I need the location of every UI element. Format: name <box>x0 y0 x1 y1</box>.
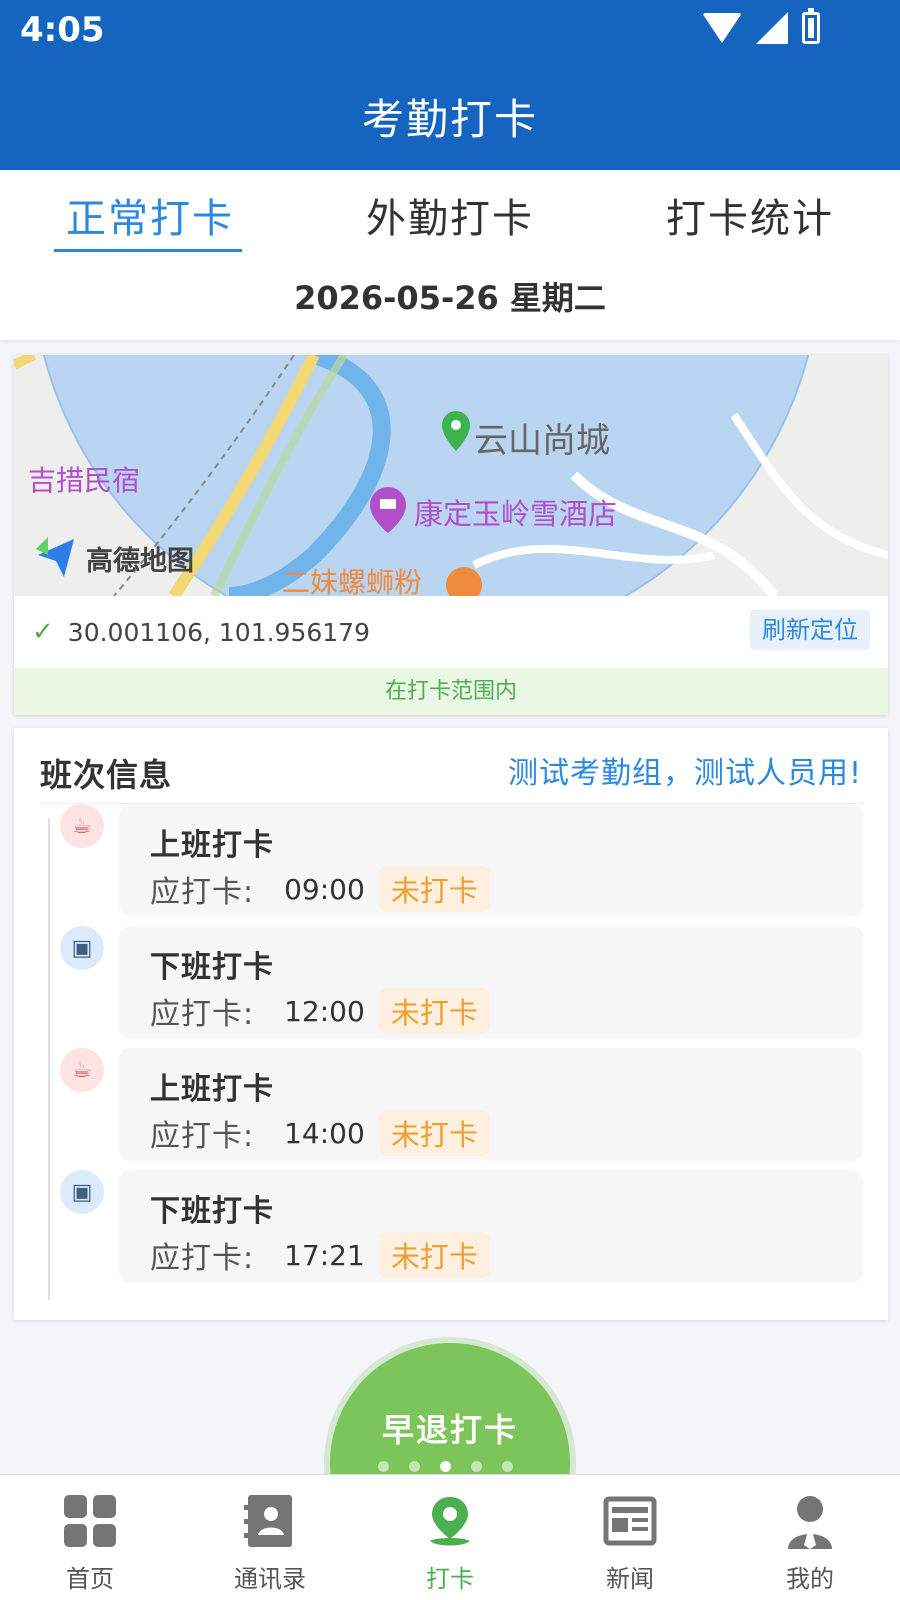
contacts-icon <box>244 1495 292 1547</box>
nav-contacts[interactable]: 通讯录 <box>180 1475 360 1600</box>
tab-punch-stats[interactable]: 打卡统计 <box>600 170 900 252</box>
briefcase-icon: ▣ <box>60 926 104 970</box>
shift-item: 上班打卡 应打卡: 14:00 未打卡 <box>120 1048 862 1158</box>
punch-progress-dots <box>378 1461 513 1472</box>
coordinates-text: 30.001106, 101.956179 <box>67 617 370 647</box>
shift-item-time-label: 应打卡: <box>150 1241 255 1276</box>
nav-label: 通讯录 <box>234 1565 306 1593</box>
punch-button-label: 早退打卡 <box>381 1411 518 1449</box>
status-time: 4:05 <box>20 10 105 50</box>
shift-item: 下班打卡 应打卡: 17:21 未打卡 <box>120 1170 862 1280</box>
news-icon <box>603 1496 657 1546</box>
location-row: ✓ 30.001106, 101.956179 刷新定位 <box>14 596 888 668</box>
shift-item-time: 14:00 <box>284 1116 365 1150</box>
shift-item-name: 上班打卡 <box>150 1072 274 1107</box>
map-provider-logo: 高德地图 <box>86 546 194 577</box>
shift-header: 班次信息 测试考勤组，测试人员用! <box>38 728 864 804</box>
user-icon <box>788 1496 832 1549</box>
nav-home[interactable]: 首页 <box>0 1475 180 1600</box>
status-badge: 未打卡 <box>378 1110 490 1156</box>
shift-item-time-row: 应打卡: 12:00 未打卡 <box>150 988 490 1034</box>
shift-item-time: 09:00 <box>284 872 365 906</box>
tab-field-punch[interactable]: 外勤打卡 <box>300 170 600 252</box>
range-status: 在打卡范围内 <box>14 668 888 715</box>
grid-icon <box>64 1495 116 1547</box>
date-display: 2026-05-26 星期二 <box>0 252 900 340</box>
nav-news[interactable]: 新闻 <box>540 1475 720 1600</box>
coffee-icon: ☕ <box>60 1048 104 1092</box>
status-badge: 未打卡 <box>378 866 490 912</box>
shift-item-name: 上班打卡 <box>150 828 274 863</box>
map-view[interactable]: 云山尚城 吉措民宿 康定玉岭雪酒店 二妹螺蛳粉 高德地图 <box>14 355 888 596</box>
shift-item-name: 下班打卡 <box>150 1194 274 1229</box>
shift-item-time-row: 应打卡: 17:21 未打卡 <box>150 1232 490 1278</box>
nav-label: 我的 <box>786 1565 834 1593</box>
shift-item-name: 下班打卡 <box>150 950 274 985</box>
attendance-group-text: 测试考勤组，测试人员用! <box>507 756 862 791</box>
briefcase-icon: ▣ <box>60 1170 104 1214</box>
refresh-location-button[interactable]: 刷新定位 <box>750 610 870 650</box>
shift-title: 班次信息 <box>40 756 173 794</box>
map-label-place: 云山尚城 <box>474 421 610 461</box>
page-title: 考勤打卡 <box>361 95 538 144</box>
nav-label: 新闻 <box>606 1565 654 1593</box>
nav-label: 打卡 <box>426 1565 474 1593</box>
status-icons <box>702 8 820 44</box>
signal-icon <box>756 12 788 44</box>
shift-item-time-label: 应打卡: <box>150 875 255 910</box>
check-icon: ✓ <box>32 617 54 647</box>
status-badge: 未打卡 <box>378 988 490 1034</box>
nav-punch[interactable]: 打卡 <box>360 1475 540 1600</box>
shift-item: 上班打卡 应打卡: 09:00 未打卡 <box>120 804 862 914</box>
shift-item-time-row: 应打卡: 09:00 未打卡 <box>150 866 490 912</box>
battery-icon <box>802 8 820 44</box>
shift-item-time-label: 应打卡: <box>150 1119 255 1154</box>
shift-item-time-row: 应打卡: 14:00 未打卡 <box>150 1110 490 1156</box>
wifi-icon <box>702 13 742 43</box>
shift-info-card: 班次信息 测试考勤组，测试人员用! ☕ 上班打卡 应打卡: 09:00 未打卡 … <box>14 728 888 1320</box>
map-card: 云山尚城 吉措民宿 康定玉岭雪酒店 二妹螺蛳粉 高德地图 ✓ 30.001106… <box>14 355 888 715</box>
timeline-line <box>48 818 50 1300</box>
map-label-guesthouse: 吉措民宿 <box>28 464 141 497</box>
tab-bar: 正常打卡 外勤打卡 打卡统计 <box>0 170 900 252</box>
map-label-hotel: 康定玉岭雪酒店 <box>414 497 618 531</box>
status-badge: 未打卡 <box>378 1232 490 1278</box>
shift-item-time-label: 应打卡: <box>150 997 255 1032</box>
bottom-nav: 首页 通讯录 打卡 新闻 我的 <box>0 1474 900 1600</box>
shift-item: 下班打卡 应打卡: 12:00 未打卡 <box>120 926 862 1036</box>
shift-item-time: 17:21 <box>284 1238 365 1272</box>
nav-mine[interactable]: 我的 <box>720 1475 900 1600</box>
tab-normal-punch[interactable]: 正常打卡 <box>0 170 300 252</box>
app-bar: 4:05 考勤打卡 <box>0 0 900 170</box>
location-pin-icon <box>430 1497 470 1546</box>
shift-item-time: 12:00 <box>284 994 365 1028</box>
map-label-restaurant: 二妹螺蛳粉 <box>282 566 423 596</box>
nav-label: 首页 <box>66 1565 114 1593</box>
coffee-icon: ☕ <box>60 804 104 848</box>
